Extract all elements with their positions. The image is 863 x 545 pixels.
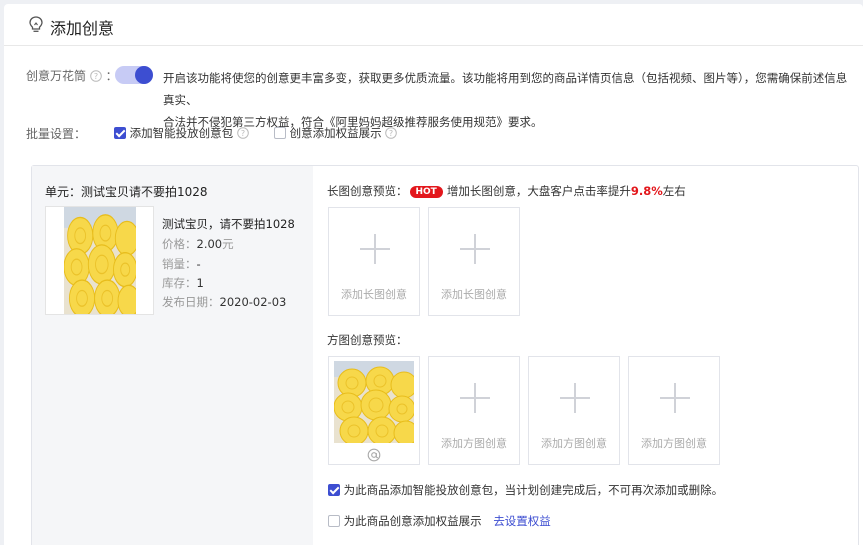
plus-icon bbox=[460, 234, 490, 264]
unit-panel: 单元：测试宝贝请不要拍1028 测试宝贝，请不要拍1028 价格：2.00元 销… bbox=[31, 165, 859, 545]
lightbulb-icon bbox=[29, 16, 43, 32]
card-header: 添加创意 bbox=[4, 4, 863, 46]
mooncake-image bbox=[64, 207, 136, 314]
help-icon[interactable]: ? bbox=[237, 127, 249, 139]
plus-icon bbox=[560, 383, 590, 413]
add-square-image-slot[interactable]: 添加方图创意 bbox=[628, 356, 720, 465]
plus-icon bbox=[360, 234, 390, 264]
square-image-preview-title: 方图创意预览： bbox=[327, 333, 408, 347]
kaleidoscope-description: 开启该功能将使您的创意更丰富多变，获取更多优质流量。该功能将用到您的商品详情页信… bbox=[163, 71, 848, 129]
svg-text:?: ? bbox=[389, 129, 393, 138]
kaleidoscope-label: 创意万花筒 ? ： bbox=[26, 69, 118, 83]
page-title: 添加创意 bbox=[50, 19, 115, 38]
unit-title: 单元：测试宝贝请不要拍1028 bbox=[45, 185, 208, 199]
mooncake-image bbox=[334, 361, 414, 443]
product-rights-display-option[interactable]: 为此商品创意添加权益展示 去设置权益 bbox=[328, 513, 551, 529]
plus-icon bbox=[460, 383, 490, 413]
add-square-image-slot[interactable]: 添加方图创意 bbox=[528, 356, 620, 465]
add-long-image-slot[interactable]: 添加长图创意 bbox=[328, 207, 420, 316]
checkbox-unchecked[interactable] bbox=[328, 515, 340, 527]
product-name: 测试宝贝，请不要拍1028 bbox=[162, 217, 295, 231]
set-rights-link[interactable]: 去设置权益 bbox=[493, 514, 551, 528]
svg-text:?: ? bbox=[94, 72, 98, 81]
batch-rights-display-option[interactable]: 创意添加权益展示 ? bbox=[274, 125, 398, 141]
product-publish-date: 发布日期：2020-02-03 bbox=[162, 295, 287, 309]
product-stock: 库存：1 bbox=[162, 276, 204, 290]
checkbox-checked[interactable] bbox=[114, 127, 126, 139]
checkbox-unchecked[interactable] bbox=[274, 127, 286, 139]
long-image-preview-title: 长图创意预览： HOT 增加长图创意，大盘客户点击率提升9.8%左右 bbox=[327, 184, 686, 198]
help-icon[interactable]: ? bbox=[90, 70, 102, 82]
product-sales: 销量：- bbox=[162, 257, 201, 271]
kaleidoscope-toggle[interactable] bbox=[115, 66, 153, 84]
product-image bbox=[45, 206, 154, 315]
product-info-panel: 单元：测试宝贝请不要拍1028 测试宝贝，请不要拍1028 价格：2.00元 销… bbox=[32, 166, 313, 545]
plus-icon bbox=[660, 383, 690, 413]
toggle-knob bbox=[135, 66, 153, 84]
batch-label: 批量设置： bbox=[26, 127, 87, 141]
svg-text:?: ? bbox=[241, 129, 245, 138]
add-square-image-slot[interactable]: 添加方图创意 bbox=[428, 356, 520, 465]
batch-smart-package-option[interactable]: 添加智能投放创意包 ? bbox=[114, 125, 249, 141]
add-long-image-slot[interactable]: 添加长图创意 bbox=[428, 207, 520, 316]
at-sign-icon[interactable] bbox=[367, 448, 381, 462]
product-price: 价格：2.00元 bbox=[162, 237, 234, 251]
product-smart-package-option[interactable]: 为此商品添加智能投放创意包，当计划创建完成后，不可再次添加或删除。 bbox=[328, 482, 723, 498]
help-icon[interactable]: ? bbox=[385, 127, 398, 139]
checkbox-checked[interactable] bbox=[328, 484, 340, 496]
square-image-thumbnail[interactable] bbox=[328, 356, 420, 465]
hot-badge: HOT bbox=[409, 186, 443, 198]
add-creative-card: 添加创意 创意万花筒 ? ： 开启该功能将使您的创意更丰富多变，获取更多优质流量… bbox=[4, 4, 863, 545]
